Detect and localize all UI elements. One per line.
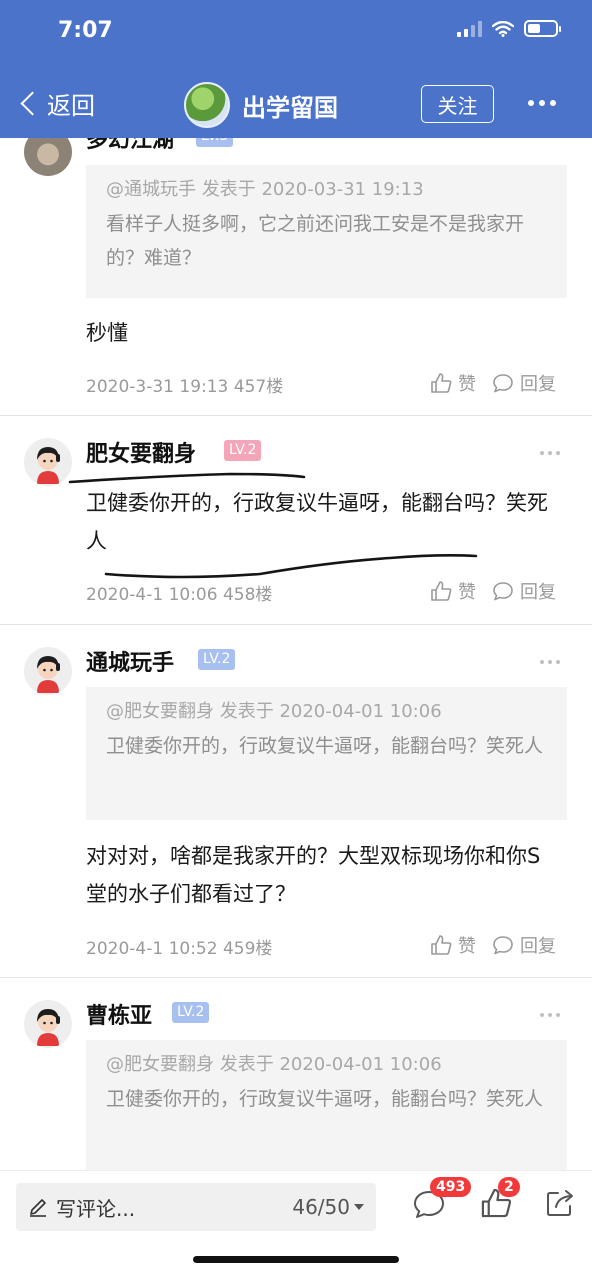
- post-more-icon[interactable]: [540, 1013, 560, 1017]
- reply-text: 秒懂: [86, 321, 128, 345]
- share-icon: [547, 1190, 573, 1216]
- level-badge: LV.2: [198, 649, 236, 670]
- channel-avatar: [184, 82, 230, 128]
- reply-post: 通城玩手 LV.2 @肥女要翻身 发表于 2020-04-01 10:06 卫健…: [0, 625, 592, 977]
- username[interactable]: 曹栋亚: [86, 998, 152, 1030]
- caret-down-icon: [354, 1204, 364, 1210]
- level-badge: LV.2: [172, 1002, 210, 1023]
- like-button[interactable]: 赞: [430, 932, 476, 958]
- reply-text: 对对对，啥都是我家开的？大型双标现场你和你S堂的水子们都看过了？: [86, 844, 541, 906]
- bottom-toolbar: 写评论... 46/50 493 2: [0, 1170, 592, 1280]
- status-time: 7:07: [58, 18, 113, 43]
- page-indicator: 46/50: [292, 1195, 350, 1219]
- wifi-icon: [492, 20, 514, 37]
- battery-icon: [524, 20, 561, 37]
- comments-button[interactable]: 493: [412, 1177, 472, 1225]
- reply-actions: 赞 回复: [430, 932, 556, 958]
- channel-title: 出学留国: [242, 93, 338, 122]
- avatar[interactable]: [24, 138, 72, 176]
- quoted-reply[interactable]: @通城玩手 发表于 2020-03-31 19:13 看样子人挺多啊，它之前还问…: [86, 165, 567, 298]
- quote-header: @肥女要翻身 发表于 2020-04-01 10:06: [106, 701, 442, 722]
- like-post-button[interactable]: 2: [480, 1177, 520, 1223]
- default-avatar-icon: [24, 1000, 72, 1048]
- quote-text: 看样子人挺多啊，它之前还问我工安是不是我家开的？难道？: [106, 213, 525, 269]
- default-avatar-icon: [24, 647, 72, 695]
- write-comment-input[interactable]: 写评论... 46/50: [16, 1183, 376, 1231]
- like-thumb-icon: [431, 373, 452, 393]
- status-icons: [457, 20, 561, 37]
- share-button[interactable]: [544, 1187, 576, 1223]
- quoted-reply[interactable]: @肥女要翻身 发表于 2020-04-01 10:06 卫健委你开的，行政复议牛…: [86, 1040, 567, 1170]
- like-label: 赞: [458, 936, 476, 957]
- reply-actions: 赞 回复: [430, 370, 556, 396]
- reply-bubble-icon: [493, 374, 513, 393]
- quote-header: @肥女要翻身 发表于 2020-04-01 10:06: [106, 1054, 442, 1075]
- reply-button[interactable]: 回复: [492, 370, 556, 396]
- back-button[interactable]: 返回: [18, 86, 95, 121]
- like-thumb-icon: [431, 935, 452, 955]
- reply-bubble-icon: [493, 936, 513, 955]
- top-bar: 7:07 返回 出学留国 关注: [0, 0, 592, 138]
- reply-button[interactable]: 回复: [492, 932, 556, 958]
- like-button[interactable]: 赞: [430, 370, 476, 396]
- more-dots-icon[interactable]: [528, 100, 556, 106]
- avatar[interactable]: [24, 647, 72, 695]
- reply-post: 曹栋亚 LV.2 @肥女要翻身 发表于 2020-04-01 10:06 卫健委…: [0, 978, 592, 1170]
- reply-time-floor: 2020-3-31 19:13 457楼: [86, 377, 284, 397]
- handwritten-underline-marks: [68, 472, 478, 579]
- page-selector[interactable]: 46/50: [292, 1195, 364, 1219]
- reply-time-floor: 2020-4-1 10:52 459楼: [86, 939, 273, 959]
- reply-post: 多幻江湖 LV.3 @通城玩手 发表于 2020-03-31 19:13 看样子…: [0, 138, 592, 415]
- home-indicator[interactable]: [193, 1256, 399, 1263]
- back-label: 返回: [47, 92, 95, 120]
- reply-list: 多幻江湖 LV.3 @通城玩手 发表于 2020-03-31 19:13 看样子…: [0, 138, 592, 1170]
- avatar[interactable]: [24, 1000, 72, 1048]
- username[interactable]: 多幻江湖: [86, 138, 174, 154]
- username[interactable]: 通城玩手: [86, 645, 174, 677]
- channel-header[interactable]: 出学留国: [184, 82, 338, 128]
- reply-label: 回复: [520, 374, 556, 395]
- cellular-signal-icon: [457, 20, 482, 37]
- follow-button[interactable]: 关注: [421, 85, 494, 123]
- quote-text: 卫健委你开的，行政复议牛逼呀，能翻台吗？笑死人: [106, 735, 544, 757]
- back-chevron-icon: [20, 91, 45, 116]
- comment-count-badge: 493: [430, 1177, 472, 1197]
- level-badge: LV.3: [196, 138, 234, 147]
- quoted-reply[interactable]: @肥女要翻身 发表于 2020-04-01 10:06 卫健委你开的，行政复议牛…: [86, 687, 567, 820]
- pencil-icon: [30, 1199, 46, 1217]
- post-more-icon[interactable]: [540, 660, 560, 664]
- reply-label: 回复: [520, 936, 556, 957]
- like-label: 赞: [458, 374, 476, 395]
- comment-placeholder: 写评论...: [56, 1196, 136, 1221]
- quote-header: @通城玩手 发表于 2020-03-31 19:13: [106, 179, 424, 200]
- like-count-badge: 2: [498, 1177, 520, 1197]
- reply-post: 肥女要翻身 LV.2 卫健委你开的，行政复议牛逼呀，能翻台吗？笑死人 2020-…: [0, 416, 592, 624]
- quote-text: 卫健委你开的，行政复议牛逼呀，能翻台吗？笑死人: [106, 1088, 544, 1110]
